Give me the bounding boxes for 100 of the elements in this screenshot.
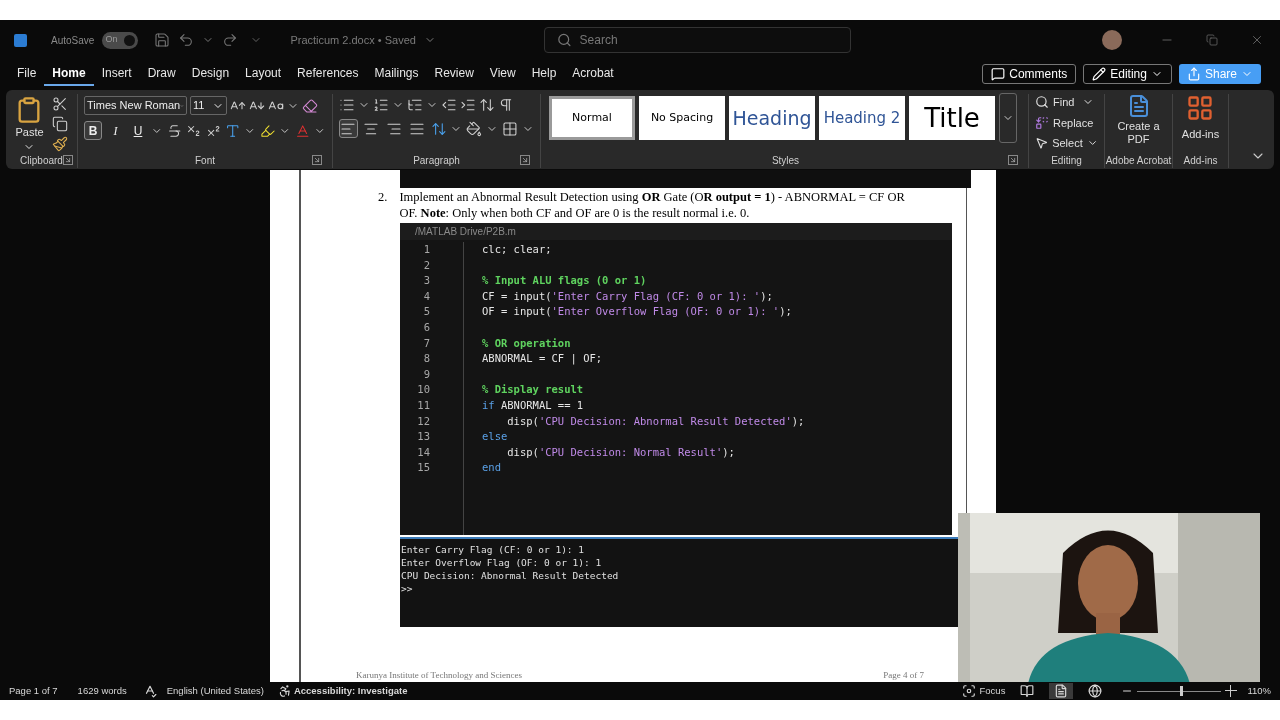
find-button[interactable]: Find <box>1035 94 1098 111</box>
group-label: Styles <box>771 153 800 168</box>
code-line: disp('CPU Decision: Normal Result'); <box>506 445 735 458</box>
print-layout-button[interactable] <box>1049 683 1074 699</box>
editing-button[interactable]: Editing <box>1083 64 1172 84</box>
highlighter-icon[interactable] <box>260 122 276 139</box>
list-number: 2. <box>378 189 388 206</box>
font-name-dropdown[interactable]: Times New Roman <box>84 96 187 115</box>
undo-icon[interactable] <box>178 32 195 48</box>
view-icon <box>1088 684 1103 698</box>
ribbon-tab[interactable]: View <box>481 62 524 86</box>
style-preset[interactable]: Normal <box>549 96 635 140</box>
line-number: 10 <box>417 382 430 398</box>
code-line: % Input ALU flags (0 or 1) <box>482 274 647 287</box>
comments-button[interactable]: Comments <box>982 64 1077 84</box>
cut-icon[interactable] <box>51 96 68 112</box>
line-number: 8 <box>423 351 430 367</box>
ribbon-tab[interactable]: Acrobat <box>564 62 622 86</box>
account-avatar[interactable] <box>1102 30 1122 50</box>
format-toggle[interactable]: I <box>106 121 125 140</box>
code-line: disp('CPU Decision: Abnormal Result Detected'); <box>506 414 805 427</box>
ribbon-tab[interactable]: File <box>9 62 45 86</box>
line-number: 15 <box>417 460 430 476</box>
group-label: Clipboard <box>20 153 63 168</box>
ribbon-tab[interactable]: References <box>289 62 367 86</box>
zoom-in-icon[interactable] <box>1225 685 1238 697</box>
line-number: 1 <box>423 242 430 257</box>
ribbon-tab[interactable]: Draw <box>139 62 184 86</box>
document-title[interactable]: Practicum 2.docx • Saved <box>290 31 416 49</box>
show-marks-icon[interactable] <box>498 97 514 113</box>
strikethrough-icon[interactable] <box>166 122 183 139</box>
group-label: Adobe Acrobat <box>1105 153 1172 168</box>
copy-icon[interactable] <box>51 116 68 132</box>
zoom-level[interactable]: 110% <box>1247 683 1271 699</box>
dialog-launcher-icon[interactable] <box>63 155 73 166</box>
format-toggle[interactable]: B <box>84 121 103 140</box>
style-preset[interactable]: No Spacing <box>639 96 725 140</box>
code-line: % Display result <box>482 383 584 396</box>
increase-indent-icon[interactable] <box>460 97 476 113</box>
zoom-thumb[interactable] <box>1179 686 1183 696</box>
line-spacing-icon[interactable] <box>430 120 447 137</box>
replace-button[interactable]: Replace <box>1035 114 1098 131</box>
accessibility-icon[interactable] <box>277 684 292 698</box>
ribbon-tab[interactable]: Home <box>44 62 94 86</box>
language-label[interactable]: English (United States) <box>166 683 264 699</box>
style-preset[interactable]: Title <box>909 96 995 140</box>
redo-icon[interactable] <box>222 32 239 48</box>
line-number: 9 <box>423 366 430 382</box>
text-effects-icon[interactable] <box>225 122 241 139</box>
decrease-indent-icon[interactable] <box>441 97 457 113</box>
numbering-icon[interactable] <box>373 97 389 113</box>
code-line: CF = input('Enter Carry Flag (CF: 0 or 1): '); <box>482 289 773 302</box>
ribbon-tab[interactable]: Layout <box>237 62 290 86</box>
word-logo-icon <box>14 33 27 47</box>
page-count[interactable]: Page 1 of 7 <box>9 683 58 699</box>
font-color-icon[interactable] <box>294 122 311 139</box>
line-number: 5 <box>423 304 430 320</box>
font-size-dropdown[interactable]: 11 <box>190 96 227 115</box>
multilevel-list-icon[interactable] <box>407 97 423 113</box>
group-label: Font <box>195 153 215 168</box>
bullets-icon[interactable] <box>339 97 355 113</box>
shading-icon[interactable] <box>466 120 483 137</box>
format-painter-icon[interactable] <box>51 136 68 152</box>
styles-more-button[interactable] <box>999 93 1017 143</box>
add-ins-button[interactable]: Add-ins <box>1181 94 1220 152</box>
create-pdf-button[interactable]: Create a PDF <box>1112 94 1165 152</box>
save-icon[interactable] <box>154 32 171 48</box>
paste-button[interactable]: Paste <box>15 96 44 153</box>
borders-icon[interactable] <box>502 120 519 137</box>
dialog-launcher-icon[interactable] <box>520 155 530 165</box>
sort-icon[interactable] <box>479 97 495 113</box>
line-number: 6 <box>423 319 430 335</box>
close-icon[interactable] <box>1250 33 1264 47</box>
group-label: Paragraph <box>413 153 460 168</box>
clear-formatting-icon[interactable] <box>302 97 318 114</box>
style-preset[interactable]: Heading <box>729 96 815 140</box>
ribbon-tab[interactable]: Design <box>183 62 238 86</box>
style-preset[interactable]: Heading 2 <box>819 96 905 140</box>
focus-button[interactable]: Focus <box>961 683 1006 699</box>
line-number: 7 <box>423 335 430 351</box>
code-line: clc; clear; <box>482 243 552 255</box>
select-button[interactable]: Select <box>1035 135 1098 152</box>
ribbon-tab[interactable]: Insert <box>93 62 140 86</box>
share-icon <box>1186 67 1201 81</box>
console-line: Enter Overflow Flag (OF: 0 or 1): 1 <box>401 556 603 569</box>
zoom-slider[interactable] <box>1137 686 1222 696</box>
dialog-launcher-icon[interactable] <box>1008 155 1018 165</box>
word-count[interactable]: 1629 words <box>77 683 127 699</box>
accessibility-status[interactable]: Accessibility: Investigate <box>293 683 408 699</box>
search-field[interactable]: Search <box>543 27 851 53</box>
ribbon-tab[interactable]: Help <box>523 62 565 86</box>
align-left-button[interactable] <box>339 119 358 138</box>
footer-text: Karunya Institute of Technology and Sciences <box>356 668 522 682</box>
focus-icon <box>961 684 976 698</box>
line-number: 11 <box>417 397 430 413</box>
ribbon-tab[interactable]: Mailings <box>366 62 427 86</box>
dialog-launcher-icon[interactable] <box>312 155 322 165</box>
ribbon-tab[interactable]: Review <box>426 62 482 86</box>
search-input[interactable]: Search <box>579 31 838 49</box>
format-toggle[interactable]: U <box>128 121 148 140</box>
